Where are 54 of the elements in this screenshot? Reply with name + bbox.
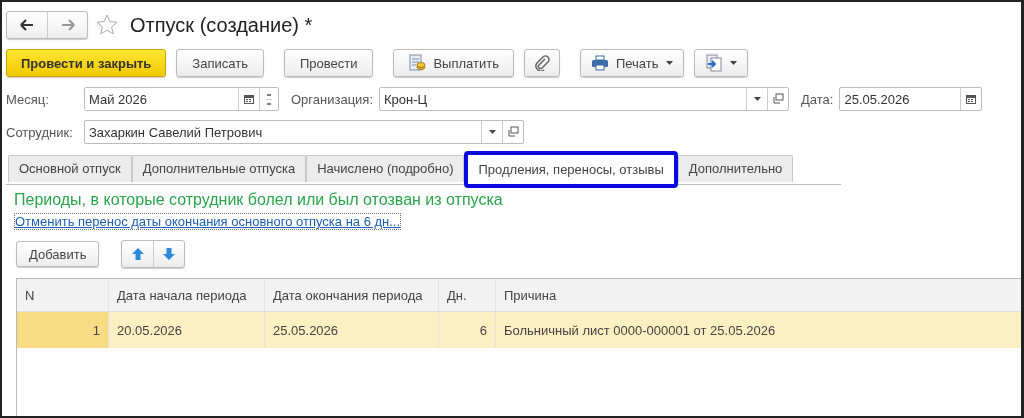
field-label: Сотрудник: (6, 124, 74, 140)
tab[interactable]: Основной отпуск (8, 155, 132, 182)
input-field[interactable]: Май 2026 (84, 87, 279, 111)
caret-icon (729, 61, 737, 65)
document-coins-icon (408, 54, 427, 72)
table-row[interactable]: 1 20.05.2026 25.05.2026 6 Больничный лист 0000-000001 от 25.05.2026 (17, 312, 1021, 348)
attach-button[interactable] (523, 49, 560, 77)
toolbar-button[interactable]: Записать (176, 49, 264, 77)
field-label: Месяц: (6, 91, 50, 107)
arrow-down-icon (163, 248, 176, 260)
caret-icon (665, 61, 673, 65)
caret-icon (488, 130, 496, 134)
cancel-link[interactable]: Отменить перенос даты окончания основного отпуска на 6 дн... (14, 213, 402, 230)
column-header[interactable]: N (17, 279, 109, 311)
open-icon (507, 126, 519, 138)
button-label: Печать (615, 55, 659, 71)
tab[interactable]: Продления, переносы, отзывы (464, 151, 678, 188)
caret-icon (753, 97, 761, 101)
open-icon (772, 93, 785, 105)
arrow-left-icon (20, 19, 34, 31)
column-header[interactable]: Дн. (439, 279, 496, 311)
toolbar-button[interactable]: Провести (283, 49, 374, 77)
column-header[interactable]: Причина (496, 279, 1021, 311)
arrow-right-icon (60, 19, 75, 31)
printer-icon (590, 55, 609, 71)
table-cell: 1 (17, 312, 109, 348)
post-and-close-button[interactable]: Провести и закрыть (6, 49, 167, 77)
star-icon[interactable] (96, 14, 118, 36)
column-header[interactable]: Дата начала периода (109, 279, 265, 311)
pay-button[interactable]: Выплатить (393, 49, 514, 77)
print-button[interactable]: Печать (579, 49, 684, 77)
arrow-up-icon (131, 248, 144, 260)
column-header[interactable]: Дата окончания периода (265, 279, 439, 311)
calendar-icon (965, 93, 978, 105)
export-button[interactable] (693, 49, 748, 77)
table-cell: 25.05.2026 (265, 312, 439, 348)
field-label: Дата: (801, 91, 834, 107)
table-cell: 20.05.2026 (109, 312, 265, 348)
input-field[interactable]: 25.05.2026 (839, 87, 983, 111)
add-button[interactable]: Добавить (16, 241, 100, 267)
calendar-icon (243, 93, 255, 105)
field-label: Организация: (291, 91, 374, 107)
window-title: Отпуск (создание) * (130, 13, 313, 37)
input-field[interactable]: Захаркин Савелий Петрович (84, 120, 524, 144)
tab[interactable]: Начислено (подробно) (306, 155, 465, 182)
input-field[interactable]: Крон-Ц (379, 87, 790, 111)
paperclip-icon (533, 55, 550, 71)
tab[interactable]: Дополнительно (677, 155, 794, 182)
table-cell-text: Больничный лист 0000-000001 от 25.05.2026 (503, 321, 777, 340)
section-heading: Периоды, в которые сотрудник болел или был отозван из отпуска (14, 191, 504, 209)
table-cell: 6 (439, 312, 496, 348)
document-arrow-icon (704, 54, 723, 72)
button-label: Выплатить (433, 55, 499, 71)
tab[interactable]: Дополнительные отпуска (131, 155, 307, 182)
